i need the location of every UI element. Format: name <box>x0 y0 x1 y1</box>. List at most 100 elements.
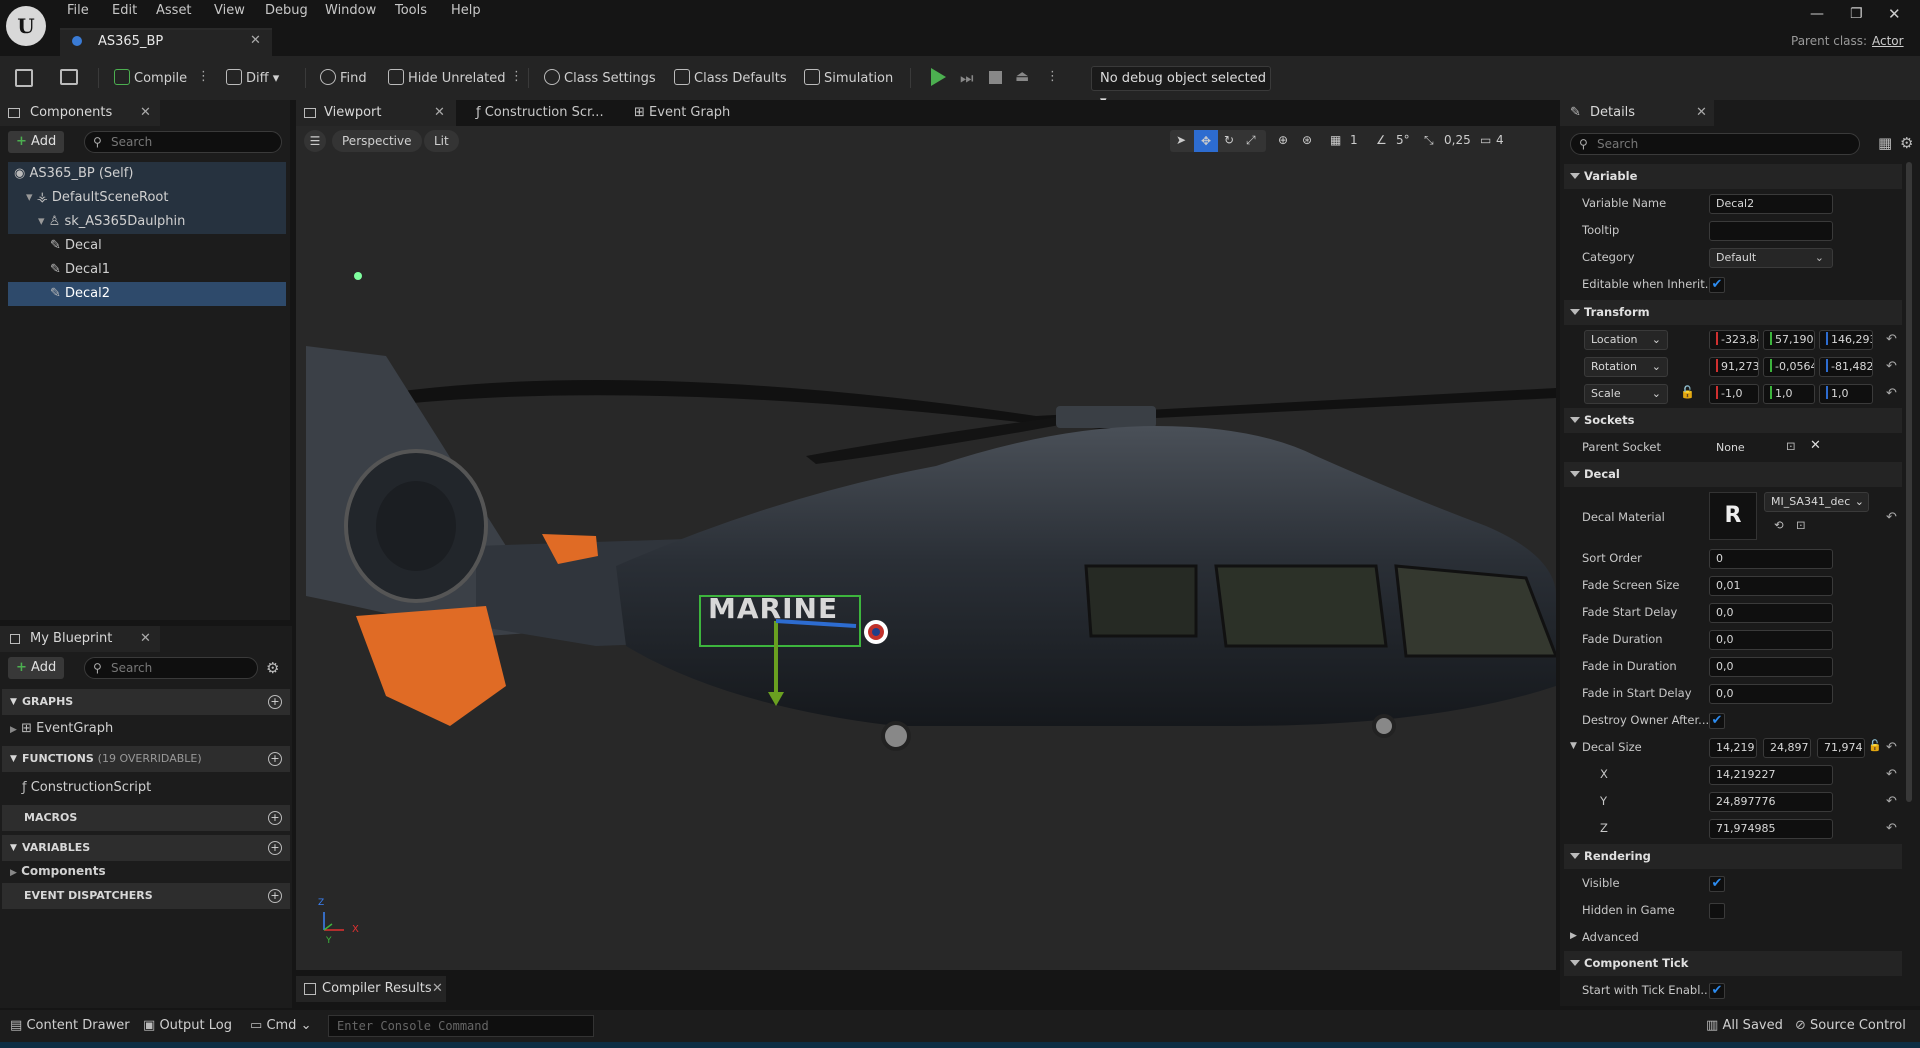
details-tab[interactable]: ✎ Details ✕ <box>1560 100 1714 126</box>
grid-snap-icon[interactable]: ▦ <box>1330 133 1341 147</box>
advanced-row[interactable]: ▶ Advanced <box>1564 924 1902 951</box>
scale-z-input[interactable]: 1,0 <box>1819 384 1873 404</box>
close-tab-icon[interactable]: ✕ <box>250 33 261 48</box>
tab-viewport[interactable]: Viewport ✕ <box>296 100 456 126</box>
decal-size-expand-icon[interactable]: ▼ <box>1570 741 1577 751</box>
menu-edit[interactable]: Edit <box>112 3 137 18</box>
class-settings-button[interactable]: Class Settings <box>544 69 656 86</box>
graphs-section[interactable]: ▼ GRAPHS + <box>2 689 290 715</box>
save-icon[interactable] <box>15 69 33 87</box>
decal-size-x-input[interactable]: 14,219 <box>1709 738 1757 758</box>
start-tick-checkbox[interactable]: ✔ <box>1709 983 1725 999</box>
close-window-icon[interactable]: ✕ <box>1888 5 1901 23</box>
details-search-input[interactable]: ⚲ Search <box>1570 133 1860 155</box>
decal-size-z-full-input[interactable]: 71,974985 <box>1709 819 1833 839</box>
close-compiler-results-icon[interactable]: ✕ <box>432 976 443 1002</box>
fade-screen-size-input[interactable]: 0,01 <box>1709 576 1833 596</box>
lock-icon[interactable]: 🔓 <box>1680 385 1695 399</box>
rotate-mode-icon[interactable]: ↻ <box>1224 133 1234 147</box>
hidden-in-game-checkbox[interactable] <box>1709 903 1725 919</box>
decal-size-z-input[interactable]: 71,974 <box>1817 738 1865 758</box>
decal-size-y-full-input[interactable]: 24,897776 <box>1709 792 1833 812</box>
angle-snap-icon[interactable]: ∠ <box>1376 133 1387 147</box>
parent-class-link[interactable]: Actor <box>1872 34 1904 48</box>
details-settings-icon[interactable]: ⚙ <box>1900 134 1913 152</box>
rotation-y-input[interactable]: -0,0564 <box>1763 357 1815 377</box>
close-my-blueprint-icon[interactable]: ✕ <box>140 626 151 652</box>
compile-button[interactable]: Compile <box>114 69 187 86</box>
rotation-z-input[interactable]: -81,482 <box>1819 357 1873 377</box>
location-z-input[interactable]: 146,293 <box>1819 330 1873 350</box>
camera-speed-icon[interactable]: ▭ <box>1480 133 1491 147</box>
reset-material-icon[interactable]: ↶ <box>1886 510 1897 525</box>
restore-icon[interactable]: ❐ <box>1850 6 1863 22</box>
menu-help[interactable]: Help <box>451 3 481 18</box>
rotation-x-input[interactable]: 91,2737 <box>1709 357 1759 377</box>
diff-button[interactable]: Diff ▾ <box>226 69 279 86</box>
step-icon[interactable]: ⏭ <box>960 69 974 87</box>
find-button[interactable]: Find <box>320 69 367 86</box>
add-graph-icon[interactable]: + <box>268 695 282 709</box>
functions-section[interactable]: ▼ FUNCTIONS (19 OVERRIDABLE) + <box>2 746 290 772</box>
my-blueprint-search-input[interactable]: ⚲ Search <box>84 657 258 679</box>
menu-tools[interactable]: Tools <box>395 3 427 18</box>
debug-object-select[interactable]: No debug object selected ▾ <box>1091 66 1271 109</box>
variables-section[interactable]: ▼ VARIABLES + <box>2 835 290 861</box>
select-mode-icon[interactable]: ➤ <box>1176 133 1186 147</box>
compile-options-icon[interactable]: ⋮ <box>197 69 210 84</box>
menu-view[interactable]: View <box>214 3 245 18</box>
play-icon[interactable] <box>931 68 946 86</box>
decal-size-x-full-input[interactable]: 14,219227 <box>1709 765 1833 785</box>
simulation-button[interactable]: Simulation <box>804 69 893 86</box>
surface-snap-icon[interactable]: ⊛ <box>1302 133 1312 147</box>
component-tree-item[interactable]: ◉ AS365_BP (Self) <box>8 162 286 186</box>
parent-socket-value[interactable]: None <box>1709 438 1779 458</box>
all-saved-button[interactable]: ▥ All Saved <box>1706 1018 1783 1033</box>
chevron-down-icon[interactable]: ▾ <box>26 190 37 205</box>
fade-in-start-delay-input[interactable]: 0,0 <box>1709 684 1833 704</box>
location-mode-select[interactable]: Location ⌄ <box>1584 330 1668 350</box>
add-function-icon[interactable]: + <box>268 752 282 766</box>
transform-section[interactable]: Transform <box>1564 300 1902 325</box>
decal-size-y-input[interactable]: 24,897 <box>1763 738 1811 758</box>
rendering-section[interactable]: Rendering <box>1564 844 1902 869</box>
hide-unrelated-button[interactable]: Hide Unrelated <box>388 69 506 86</box>
camera-speed-value[interactable]: 4 <box>1496 133 1504 147</box>
angle-snap-value[interactable]: 5° <box>1396 133 1410 147</box>
output-log-button[interactable]: ▣ Output Log <box>143 1018 232 1033</box>
browse-socket-icon[interactable]: ⊡ <box>1786 439 1796 453</box>
source-control-button[interactable]: ⊘ Source Control <box>1795 1018 1906 1033</box>
decal-material-thumbnail[interactable]: R <box>1709 492 1757 540</box>
translate-mode-icon[interactable]: ✥ <box>1194 130 1218 152</box>
eject-icon[interactable]: ⏏ <box>1015 67 1029 85</box>
scale-y-input[interactable]: 1,0 <box>1763 384 1815 404</box>
variable-name-input[interactable]: Decal2 <box>1709 194 1833 214</box>
add-dispatcher-icon[interactable]: + <box>268 889 282 903</box>
reset-location-icon[interactable]: ↶ <box>1886 332 1897 347</box>
reset-decal-size-y-icon[interactable]: ↶ <box>1886 794 1897 809</box>
decal-size-lock-icon[interactable]: 🔓 <box>1868 739 1882 752</box>
browse-icon[interactable] <box>60 69 78 85</box>
add-component-button[interactable]: + Add <box>8 131 65 153</box>
scale-snap-value[interactable]: 0,25 <box>1444 133 1471 147</box>
close-details-icon[interactable]: ✕ <box>1696 100 1707 126</box>
fade-in-duration-input[interactable]: 0,0 <box>1709 657 1833 677</box>
lit-button[interactable]: Lit <box>424 130 459 152</box>
tooltip-input[interactable] <box>1709 221 1833 241</box>
components-variables-item[interactable]: ▶ Components <box>10 859 288 883</box>
stop-icon[interactable] <box>989 71 1002 84</box>
chevron-down-icon[interactable]: ▾ <box>38 214 49 229</box>
editable-inherited-checkbox[interactable]: ✔ <box>1709 277 1725 293</box>
property-matrix-icon[interactable]: ▦ <box>1878 134 1892 152</box>
reset-rotation-icon[interactable]: ↶ <box>1886 359 1897 374</box>
perspective-button[interactable]: Perspective <box>332 130 422 152</box>
minimize-icon[interactable]: — <box>1810 6 1824 22</box>
add-variable-icon[interactable]: + <box>268 841 282 855</box>
component-tree-item[interactable]: ✎ Decal1 <box>8 258 286 282</box>
my-blueprint-tab[interactable]: My Blueprint ✕ <box>0 626 160 652</box>
viewport[interactable]: MARINE ☰ Perspective Lit ➤ ✥ ↻ ⤢ ⊕ ⊛ ▦ 1… <box>296 126 1556 970</box>
tab-construction-script[interactable]: ƒ Construction Scr... <box>466 100 616 126</box>
content-drawer-button[interactable]: ▤ Content Drawer <box>10 1018 130 1033</box>
location-y-input[interactable]: 57,1909 <box>1763 330 1815 350</box>
components-tab[interactable]: Components ✕ <box>0 100 160 126</box>
